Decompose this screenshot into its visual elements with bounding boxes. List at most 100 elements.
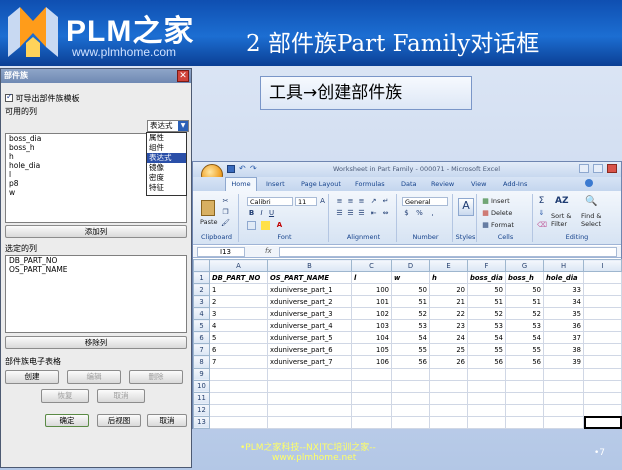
menu-item-density[interactable]: 密度 [147,173,186,183]
bold-button[interactable]: B [247,209,256,218]
row-header[interactable]: 4 [193,307,210,321]
column-header[interactable]: C [351,259,392,272]
table-cell[interactable]: DB_PART_NO [209,270,268,285]
grow-font-icon[interactable]: A [318,197,327,206]
table-cell[interactable] [209,403,268,417]
table-cell[interactable] [267,403,352,417]
window-close-icon[interactable] [607,164,617,173]
autosum-icon[interactable]: Σ [537,197,546,206]
table-cell[interactable] [583,379,622,393]
column-header[interactable]: G [505,259,544,272]
table-cell[interactable] [267,367,352,381]
table-cell[interactable]: 2 [209,295,268,309]
table-cell[interactable]: 22 [429,307,468,321]
find-select-icon[interactable]: 🔍 [585,196,597,208]
table-cell[interactable]: xduniverse_part_1 [267,283,352,297]
clear-icon[interactable]: ⌫ [537,221,547,230]
orientation-icon[interactable]: ↗ [369,197,378,206]
tab-view[interactable]: View [471,180,486,188]
menu-item-mirror[interactable]: 镜像 [147,163,186,173]
fill-icon[interactable]: ⇓ [537,209,546,218]
tab-add-ins[interactable]: Add-Ins [503,180,527,188]
table-cell[interactable]: 21 [429,295,468,309]
column-header[interactable]: F [467,259,506,272]
table-cell[interactable]: 24 [429,331,468,345]
table-cell[interactable]: 54 [391,331,430,345]
borders-icon[interactable] [247,221,256,230]
table-cell[interactable] [467,391,506,405]
export-template-row[interactable]: 可导出部件族模板 [5,92,80,104]
back-view-button[interactable]: 后视图 [97,414,141,427]
table-cell[interactable]: xduniverse_part_2 [267,295,352,309]
row-header[interactable]: 2 [193,283,210,297]
table-cell[interactable] [543,367,584,381]
select-all-corner[interactable] [193,259,210,272]
select-label[interactable]: Select [581,220,601,228]
italic-button[interactable]: I [257,209,266,218]
table-cell[interactable] [351,403,392,417]
table-cell[interactable]: 3 [209,307,268,321]
table-cell[interactable]: xduniverse_part_3 [267,307,352,321]
tab-formulas[interactable]: Formulas [355,180,385,188]
list-item[interactable]: OS_PART_NAME [6,265,186,274]
table-cell[interactable]: 56 [391,355,430,369]
table-cell[interactable] [583,270,622,285]
table-cell[interactable]: 7 [209,355,268,369]
table-cell[interactable] [429,379,468,393]
table-cell[interactable] [351,379,392,393]
table-cell[interactable] [467,415,506,430]
table-cell[interactable]: 36 [543,319,584,333]
table-cell[interactable]: 39 [543,355,584,369]
list-item[interactable]: DB_PART_NO [6,256,186,265]
table-cell[interactable] [583,355,622,369]
row-header[interactable]: 11 [193,391,210,405]
row-header[interactable]: 9 [193,367,210,381]
copy-icon[interactable]: ❐ [221,208,230,217]
table-cell[interactable] [429,415,468,430]
edit-button[interactable]: 编辑 [67,370,121,384]
table-cell[interactable]: 33 [543,283,584,297]
percent-button[interactable]: % [415,209,424,218]
font-name-select[interactable]: Calibri [247,197,293,206]
table-cell[interactable]: 54 [467,331,506,345]
table-cell[interactable] [429,403,468,417]
styles-icon[interactable]: A [458,198,474,216]
table-cell[interactable]: hole_dia [543,270,584,285]
table-cell[interactable]: 38 [543,343,584,357]
column-header[interactable]: A [209,259,268,272]
column-header[interactable]: B [267,259,352,272]
row-header[interactable]: 12 [193,403,210,417]
table-cell[interactable]: 52 [391,307,430,321]
table-cell[interactable] [391,391,430,405]
fx-icon[interactable]: fx [265,247,272,255]
table-cell[interactable]: 23 [429,319,468,333]
table-cell[interactable]: 100 [351,283,392,297]
align-top-icon[interactable]: ≡ [335,197,344,206]
table-cell[interactable]: xduniverse_part_6 [267,343,352,357]
table-cell[interactable]: xduniverse_part_5 [267,331,352,345]
table-cell[interactable] [467,403,506,417]
save-icon[interactable] [227,165,235,173]
sort-filter-button[interactable]: Sort & [551,212,571,220]
menu-item-attribute[interactable]: 属性 [147,133,186,143]
table-cell[interactable] [583,343,622,357]
table-cell[interactable] [209,391,268,405]
table-cell[interactable]: 54 [505,331,544,345]
table-cell[interactable]: 103 [351,319,392,333]
row-header[interactable]: 13 [193,415,210,430]
table-cell[interactable]: 56 [505,355,544,369]
menu-item-expression[interactable]: 表达式 [147,153,186,163]
number-format-select[interactable]: General [402,197,448,206]
close-icon[interactable]: ✕ [177,70,189,82]
table-cell[interactable]: 51 [505,295,544,309]
table-cell[interactable] [505,367,544,381]
table-cell[interactable]: 101 [351,295,392,309]
table-cell[interactable]: 51 [391,295,430,309]
table-cell[interactable]: 25 [429,343,468,357]
table-cell[interactable]: 35 [543,307,584,321]
table-cell[interactable]: 50 [467,283,506,297]
table-cell[interactable]: OS_PART_NAME [267,270,352,285]
table-cell[interactable]: 52 [467,307,506,321]
insert-cells-button[interactable]: Insert [491,197,510,205]
create-button[interactable]: 创建 [5,370,59,384]
